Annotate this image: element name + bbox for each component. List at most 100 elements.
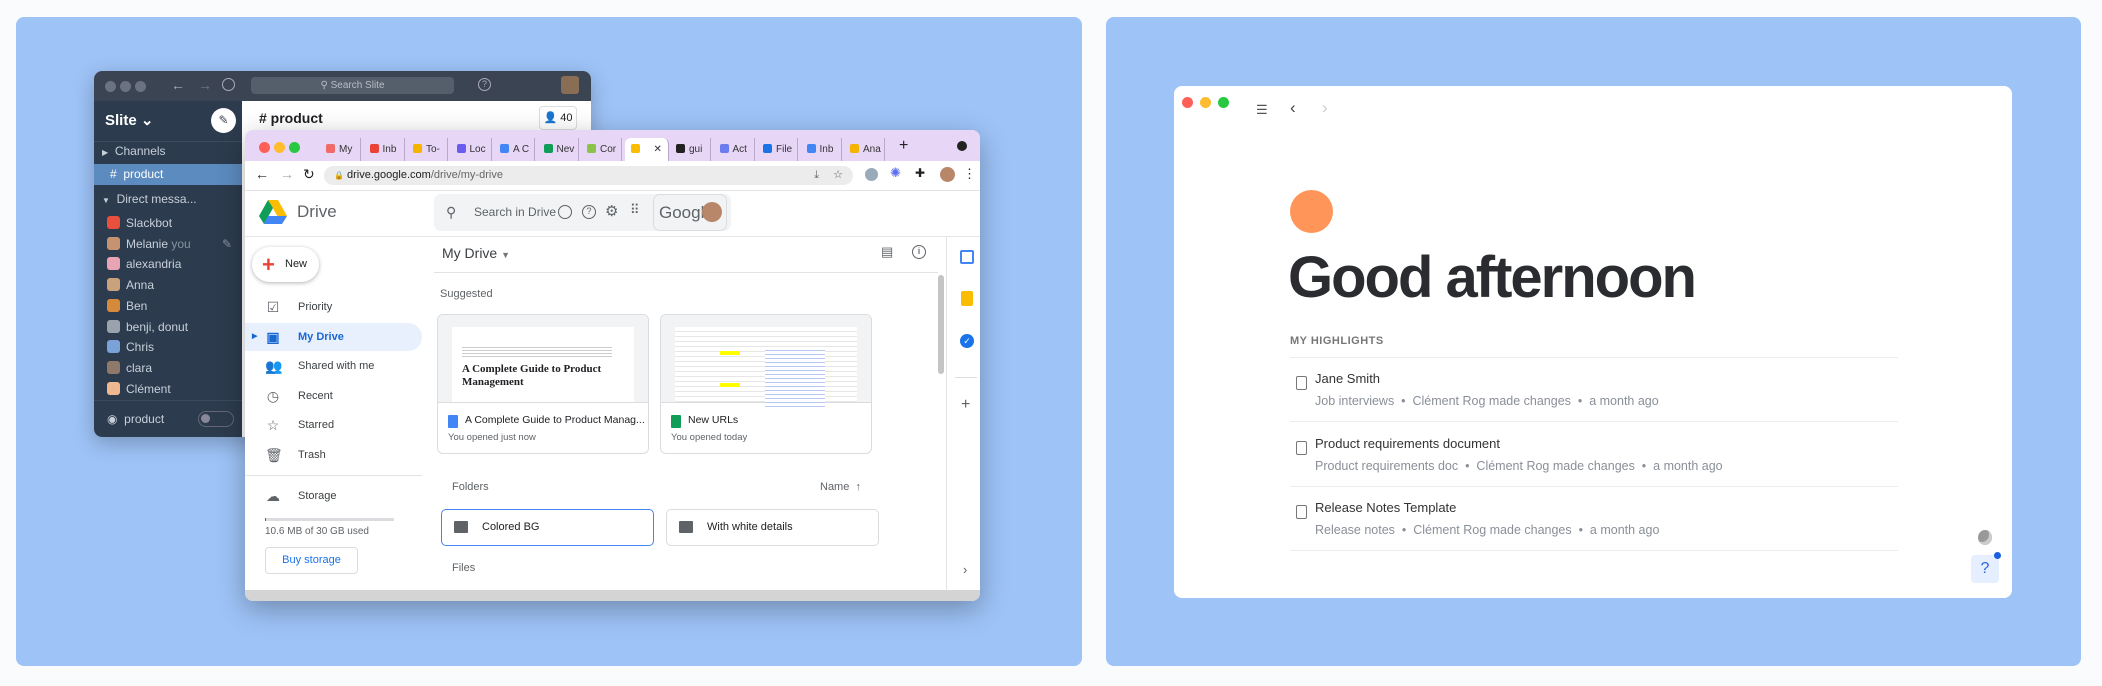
suggested-file-card[interactable]: New URLs You opened today bbox=[660, 314, 872, 454]
search-input[interactable]: ⚲ Search Slite bbox=[251, 77, 454, 94]
window-minimize-button[interactable] bbox=[274, 142, 285, 153]
window-maximize-button[interactable] bbox=[289, 142, 300, 153]
settings-gear-icon[interactable]: ⚙ bbox=[605, 202, 618, 220]
dm-item[interactable]: Slackbot bbox=[94, 213, 242, 233]
browser-tab[interactable]: File bbox=[757, 138, 798, 161]
window-maximize-button[interactable] bbox=[1218, 97, 1229, 108]
dm-item[interactable]: Clément bbox=[94, 379, 242, 399]
expand-panel-icon[interactable]: › bbox=[963, 562, 967, 577]
sidebar-toggle-icon[interactable]: ☰ bbox=[1256, 102, 1268, 118]
huddle-channel[interactable]: ◉ product bbox=[107, 412, 164, 426]
window-minimize-button[interactable] bbox=[1200, 97, 1211, 108]
history-icon[interactable] bbox=[222, 78, 235, 91]
browser-tab-active[interactable]: ✕ bbox=[624, 138, 669, 161]
back-icon[interactable]: ← bbox=[255, 166, 269, 182]
google-account-button[interactable]: Google bbox=[653, 194, 727, 231]
drive-logo[interactable] bbox=[259, 200, 287, 224]
theme-toggle-icon[interactable] bbox=[1978, 530, 1992, 545]
tasks-icon[interactable]: ✓ bbox=[960, 334, 974, 348]
keep-icon[interactable] bbox=[961, 291, 973, 306]
url-field[interactable]: 🔒 drive.google.com/drive/my-drive ⤓ ☆ bbox=[324, 166, 853, 185]
browser-tab[interactable]: gui bbox=[670, 138, 711, 161]
apps-grid-icon[interactable]: ⠿ bbox=[630, 202, 640, 218]
direct-messages-section[interactable]: ▼ Direct messa... bbox=[94, 189, 242, 209]
browser-tab[interactable]: Nev bbox=[538, 138, 579, 161]
reload-icon[interactable]: ↻ bbox=[303, 166, 315, 183]
nav-item[interactable]: 👥 Shared with me bbox=[245, 352, 422, 380]
new-button[interactable]: + New bbox=[252, 247, 319, 282]
forward-chevron-icon[interactable]: › bbox=[1322, 98, 1328, 118]
window-close-button[interactable] bbox=[259, 142, 270, 153]
browser-tab[interactable]: My bbox=[320, 138, 361, 161]
menu-icon[interactable]: ⋮ bbox=[963, 166, 976, 182]
buy-storage-button[interactable]: Buy storage bbox=[265, 547, 358, 574]
channels-section[interactable]: ▶ Channels bbox=[94, 141, 242, 161]
document-icon bbox=[1296, 376, 1307, 390]
window-minimize-button[interactable] bbox=[120, 81, 131, 92]
dm-item[interactable]: alexandria bbox=[94, 254, 242, 274]
doc-preview: A Complete Guide to Product Management bbox=[452, 327, 634, 402]
browser-tab[interactable]: A C bbox=[494, 138, 535, 161]
help-icon[interactable]: ? bbox=[582, 205, 596, 219]
browser-tab[interactable]: Loc bbox=[451, 138, 492, 161]
info-icon[interactable]: i bbox=[912, 245, 926, 259]
workspace-switcher[interactable]: Slite ⌄ bbox=[105, 111, 153, 129]
help-button[interactable]: ? bbox=[1971, 552, 2001, 583]
help-icon[interactable]: ? bbox=[478, 78, 491, 91]
back-chevron-icon[interactable]: ‹ bbox=[1290, 98, 1296, 118]
dm-item[interactable]: clara bbox=[94, 358, 242, 378]
add-addon-icon[interactable]: + bbox=[961, 396, 970, 414]
install-icon[interactable]: ⤓ bbox=[814, 166, 819, 185]
nav-item[interactable]: 🗑 Trash bbox=[245, 441, 422, 469]
browser-tab[interactable]: Inb bbox=[364, 138, 405, 161]
profile-avatar[interactable] bbox=[940, 167, 955, 182]
dm-item[interactable]: Anna bbox=[94, 275, 242, 295]
huddle-toggle[interactable] bbox=[198, 411, 234, 427]
new-tab-button[interactable]: + bbox=[899, 137, 908, 155]
sort-by-name-button[interactable]: Name ↑ bbox=[820, 481, 861, 493]
dm-item[interactable]: Melanie you ✎ bbox=[94, 234, 242, 254]
window-close-button[interactable] bbox=[105, 81, 116, 92]
window-close-button[interactable] bbox=[1182, 97, 1193, 108]
caret-right-icon: ▶ bbox=[102, 148, 109, 157]
channel-title[interactable]: # product bbox=[259, 110, 323, 126]
folder-item[interactable]: Colored BG bbox=[441, 509, 654, 546]
close-tab-icon: ✕ bbox=[653, 144, 662, 155]
list-view-icon[interactable]: ▤ bbox=[881, 244, 893, 260]
back-arrow-icon[interactable]: ← bbox=[171, 77, 185, 93]
dm-item[interactable]: benji, donut bbox=[94, 317, 242, 337]
folder-item[interactable]: With white details bbox=[666, 509, 879, 546]
avatar bbox=[107, 319, 120, 333]
forward-icon[interactable]: → bbox=[280, 166, 294, 182]
nav-item[interactable]: ◷ Recent bbox=[245, 382, 422, 410]
forward-arrow-icon[interactable]: → bbox=[198, 77, 212, 93]
my-drive-title-dropdown[interactable]: My Drive ▼ bbox=[442, 245, 510, 261]
extension-icon[interactable]: ✺ bbox=[890, 165, 901, 181]
horizontal-scrollbar[interactable] bbox=[245, 590, 980, 601]
browser-tab[interactable]: Cor bbox=[581, 138, 622, 161]
nav-item[interactable]: ☆ Starred bbox=[245, 411, 422, 439]
nav-item[interactable]: ▶ ▣ My Drive bbox=[245, 322, 422, 351]
offline-ready-icon[interactable] bbox=[558, 205, 572, 219]
window-maximize-button[interactable] bbox=[135, 81, 146, 92]
arrow-up-icon: ↑ bbox=[855, 481, 861, 493]
members-button[interactable]: 👤 40 bbox=[539, 106, 577, 130]
browser-tab[interactable]: Ana bbox=[844, 138, 885, 161]
browser-tab[interactable]: Inb bbox=[801, 138, 842, 161]
user-avatar[interactable] bbox=[561, 76, 579, 94]
compose-button[interactable]: ✎ bbox=[211, 108, 236, 133]
bookmark-star-icon[interactable]: ☆ bbox=[833, 166, 843, 185]
dm-item[interactable]: Ben bbox=[94, 296, 242, 316]
calendar-icon[interactable] bbox=[960, 250, 974, 264]
browser-tab[interactable]: To- bbox=[407, 138, 448, 161]
nav-item[interactable]: ☑ Priority bbox=[245, 293, 422, 321]
channel-product[interactable]: # product bbox=[94, 164, 242, 185]
dm-item[interactable]: Chris bbox=[94, 337, 242, 357]
browser-tab[interactable]: Act bbox=[714, 138, 755, 161]
tab-search-icon[interactable] bbox=[957, 141, 967, 151]
puzzle-icon[interactable]: ✚ bbox=[915, 166, 925, 180]
storage-link[interactable]: ☁ Storage bbox=[245, 482, 422, 510]
vertical-scrollbar[interactable] bbox=[938, 275, 944, 374]
extension-icon[interactable] bbox=[865, 168, 878, 181]
suggested-file-card[interactable]: A Complete Guide to Product Management A… bbox=[437, 314, 649, 454]
